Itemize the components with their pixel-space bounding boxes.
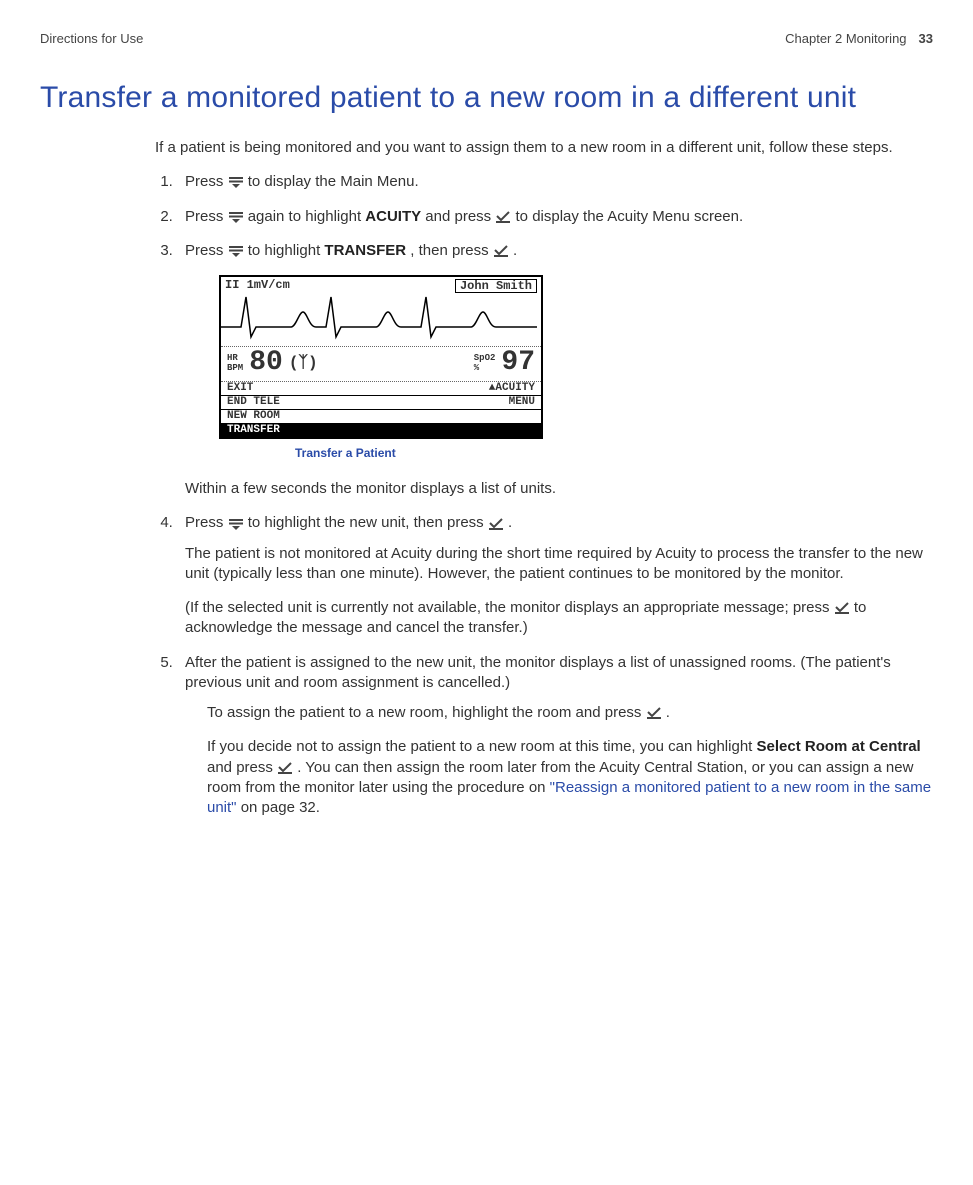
patient-name: John Smith bbox=[455, 279, 537, 293]
down-arrow-icon bbox=[228, 176, 244, 188]
step-2: Press again to highlight ACUITY and pres… bbox=[177, 207, 933, 227]
header-chapter: Chapter 2 Monitoring bbox=[785, 30, 906, 48]
step-3: Press to highlight TRANSFER , then press… bbox=[177, 241, 933, 500]
text: , then press bbox=[410, 242, 493, 259]
step-1: Press to display the Main Menu. bbox=[177, 172, 933, 192]
text: . bbox=[508, 514, 512, 531]
acuity-bold: ACUITY bbox=[365, 208, 421, 225]
ecg-strip: II 1mV/cm John Smith bbox=[221, 277, 541, 347]
step-5-intro: After the patient is assigned to the new… bbox=[185, 653, 933, 694]
check-select-icon bbox=[834, 602, 850, 614]
intro-paragraph: If a patient is being monitored and you … bbox=[155, 138, 933, 158]
figure-caption: Transfer a Patient bbox=[295, 445, 933, 461]
menu-acuity-line1: ▲ACUITY bbox=[489, 383, 535, 394]
step-5-sub1: To assign the patient to a new room, hig… bbox=[207, 703, 933, 723]
menu-exit: EXIT bbox=[227, 383, 253, 394]
step-5-sub2: If you decide not to assign the patient … bbox=[207, 737, 933, 818]
monitor-screen: II 1mV/cm John Smith HR BPM 80 bbox=[219, 275, 543, 439]
menu-new-room: NEW ROOM bbox=[227, 411, 280, 422]
step-4: Press to highlight the new unit, then pr… bbox=[177, 513, 933, 638]
menu-transfer: TRANSFER bbox=[227, 425, 280, 436]
antenna-icon: (ᛉ) bbox=[289, 355, 318, 371]
text: To assign the patient to a new room, hig… bbox=[207, 704, 646, 721]
check-select-icon bbox=[495, 211, 511, 223]
text: on page 32. bbox=[241, 799, 320, 816]
menu-rows: EXIT ▲ACUITY END TELE MENU NEW ROOM T bbox=[221, 382, 541, 437]
check-select-icon bbox=[646, 707, 662, 719]
step-3-after: Within a few seconds the monitor display… bbox=[185, 479, 933, 499]
vitals-row: HR BPM 80 (ᛉ) SpO2 % 97 bbox=[221, 347, 541, 382]
down-arrow-icon bbox=[228, 518, 244, 530]
body-column: If a patient is being monitored and you … bbox=[155, 138, 933, 818]
text: Press bbox=[185, 514, 228, 531]
lead-label: II 1mV/cm bbox=[225, 279, 290, 291]
text: to highlight the new unit, then press bbox=[248, 514, 488, 531]
text: to highlight bbox=[248, 242, 325, 259]
down-arrow-icon bbox=[228, 211, 244, 223]
header-left: Directions for Use bbox=[40, 30, 143, 48]
step-4-p2: (If the selected unit is currently not a… bbox=[185, 598, 933, 639]
step-5: After the patient is assigned to the new… bbox=[177, 653, 933, 819]
text: and press bbox=[425, 208, 495, 225]
menu-acuity-line2: MENU bbox=[509, 397, 535, 408]
bpm-label: BPM bbox=[227, 363, 243, 373]
transfer-bold: TRANSFER bbox=[324, 242, 406, 259]
header-page-number: 33 bbox=[919, 30, 933, 48]
menu-end-tele: END TELE bbox=[227, 397, 280, 408]
spo2-label: SpO2 bbox=[474, 353, 496, 363]
check-select-icon bbox=[277, 762, 293, 774]
spo2-value: 97 bbox=[501, 349, 535, 377]
step-4-p1: The patient is not monitored at Acuity d… bbox=[185, 544, 933, 585]
page-header: Directions for Use Chapter 2 Monitoring … bbox=[40, 30, 933, 48]
select-room-bold: Select Room at Central bbox=[757, 738, 921, 755]
text: (If the selected unit is currently not a… bbox=[185, 599, 834, 616]
hr-label: HR bbox=[227, 353, 243, 363]
hr-value: 80 bbox=[249, 349, 283, 377]
text: Press bbox=[185, 242, 228, 259]
text: . bbox=[666, 704, 670, 721]
down-arrow-icon bbox=[228, 245, 244, 257]
ecg-waveform-icon bbox=[221, 287, 537, 345]
text: to display the Acuity Menu screen. bbox=[516, 208, 744, 225]
check-select-icon bbox=[493, 245, 509, 257]
section-title: Transfer a monitored patient to a new ro… bbox=[40, 78, 933, 119]
check-select-icon bbox=[488, 518, 504, 530]
text: Press bbox=[185, 208, 228, 225]
text: again to highlight bbox=[248, 208, 366, 225]
steps-list: Press to display the Main Menu. Press ag… bbox=[155, 172, 933, 818]
text: and press bbox=[207, 759, 277, 776]
spo2-pct-label: % bbox=[474, 363, 496, 373]
text: Press bbox=[185, 173, 228, 190]
text: If you decide not to assign the patient … bbox=[207, 738, 757, 755]
monitor-screenshot: II 1mV/cm John Smith HR BPM 80 bbox=[219, 275, 933, 439]
text: to display the Main Menu. bbox=[248, 173, 419, 190]
text: . bbox=[513, 242, 517, 259]
